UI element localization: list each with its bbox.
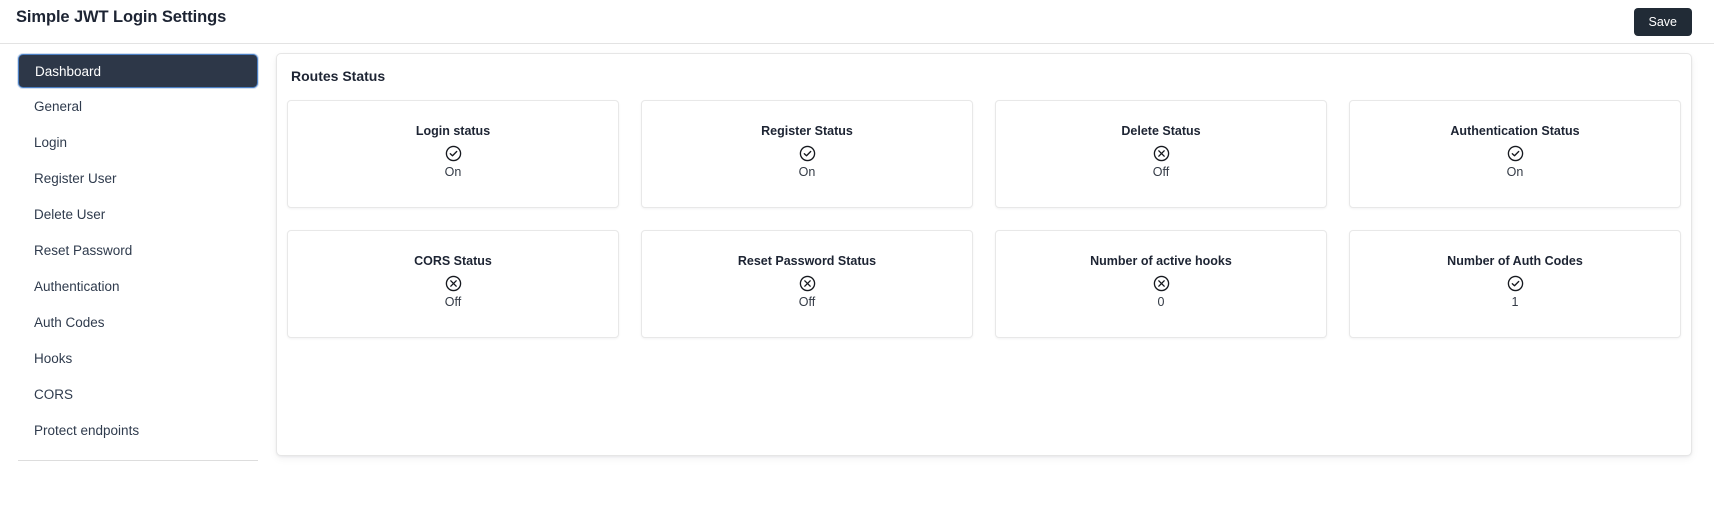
status-card-value: On xyxy=(798,165,816,179)
sidebar-item-dashboard[interactable]: Dashboard xyxy=(18,54,258,88)
sidebar-item-label: Reset Password xyxy=(34,242,133,258)
sidebar-item-hooks[interactable]: Hooks xyxy=(18,340,258,376)
status-card-label: Login status xyxy=(415,124,491,138)
status-card-label: Delete Status xyxy=(1121,124,1201,138)
check-circle-icon xyxy=(799,145,816,162)
status-card: Number of Auth Codes 1 xyxy=(1349,230,1681,338)
top-bar: Simple JWT Login Settings Save xyxy=(0,0,1714,44)
status-card: CORS Status Off xyxy=(287,230,619,338)
x-circle-icon xyxy=(1153,145,1170,162)
sidebar-item-label: Hooks xyxy=(34,350,73,366)
sidebar-item-cors[interactable]: CORS xyxy=(18,376,258,412)
sidebar-item-label: Register User xyxy=(34,170,117,186)
sidebar-nav-list: Dashboard General Login Register User Delete… xyxy=(0,54,276,448)
sidebar-item-label: General xyxy=(34,98,83,114)
status-card-row: CORS Status Off Reset Password Status Off Nu… xyxy=(287,230,1681,338)
check-circle-icon xyxy=(445,145,462,162)
status-card-value: Off xyxy=(798,295,816,309)
x-circle-icon xyxy=(799,275,816,292)
sidebar-item-register-user[interactable]: Register User xyxy=(18,160,258,196)
sidebar-item-login[interactable]: Login xyxy=(18,124,258,160)
status-card-value: Off xyxy=(1152,165,1170,179)
sidebar-item-general[interactable]: General xyxy=(18,88,258,124)
status-card-label: Authentication Status xyxy=(1450,124,1580,138)
status-card-value: On xyxy=(444,165,462,179)
sidebar-item-label: Protect endpoints xyxy=(34,422,140,438)
status-card-label: Register Status xyxy=(761,124,853,138)
sidebar-item-label: Authentication xyxy=(34,278,120,294)
sidebar-item-delete-user[interactable]: Delete User xyxy=(18,196,258,232)
status-card-label: Number of Auth Codes xyxy=(1447,254,1583,268)
sidebar-item-label: Dashboard xyxy=(35,63,102,79)
x-circle-icon xyxy=(1153,275,1170,292)
status-card-value: Off xyxy=(444,295,462,309)
body-wrapper: Dashboard General Login Register User Delete… xyxy=(0,44,1714,518)
main-content: Routes Status Login status On Register Sta… xyxy=(276,44,1714,518)
sidebar-item-label: Login xyxy=(34,134,68,150)
sidebar-item-label: CORS xyxy=(34,386,74,402)
status-card-value: 0 xyxy=(1157,295,1165,309)
status-card: Reset Password Status Off xyxy=(641,230,973,338)
status-card: Login status On xyxy=(287,100,619,208)
status-cards-area: Login status On Register Status On Delete St… xyxy=(277,100,1691,360)
status-card-label: Reset Password Status xyxy=(737,254,877,268)
status-card: Number of active hooks 0 xyxy=(995,230,1327,338)
sidebar-item-reset-password[interactable]: Reset Password xyxy=(18,232,258,268)
page-title: Simple JWT Login Settings xyxy=(16,8,227,26)
sidebar: Dashboard General Login Register User Delete… xyxy=(0,44,276,518)
status-card: Register Status On xyxy=(641,100,973,208)
sidebar-item-label: Delete User xyxy=(34,206,106,222)
sidebar-item-protect-endpoints[interactable]: Protect endpoints xyxy=(18,412,258,448)
routes-status-panel: Routes Status Login status On Register Sta… xyxy=(276,53,1692,456)
x-circle-icon xyxy=(445,275,462,292)
sidebar-item-auth-codes[interactable]: Auth Codes xyxy=(18,304,258,340)
check-circle-icon xyxy=(1507,275,1524,292)
status-card: Delete Status Off xyxy=(995,100,1327,208)
status-card-value: On xyxy=(1506,165,1524,179)
status-card-label: CORS Status xyxy=(414,254,492,268)
status-card-row: Login status On Register Status On Delete St… xyxy=(287,100,1681,208)
status-card: Authentication Status On xyxy=(1349,100,1681,208)
status-card-value: 1 xyxy=(1511,295,1519,309)
check-circle-icon xyxy=(1507,145,1524,162)
sidebar-divider xyxy=(18,460,258,461)
save-button[interactable]: Save xyxy=(1633,8,1692,36)
settings-page: Simple JWT Login Settings Save Dashboard… xyxy=(0,0,1714,518)
status-card-label: Number of active hooks xyxy=(1090,254,1232,268)
sidebar-item-label: Auth Codes xyxy=(34,314,105,330)
routes-status-title: Routes Status xyxy=(291,68,386,84)
sidebar-item-authentication[interactable]: Authentication xyxy=(18,268,258,304)
